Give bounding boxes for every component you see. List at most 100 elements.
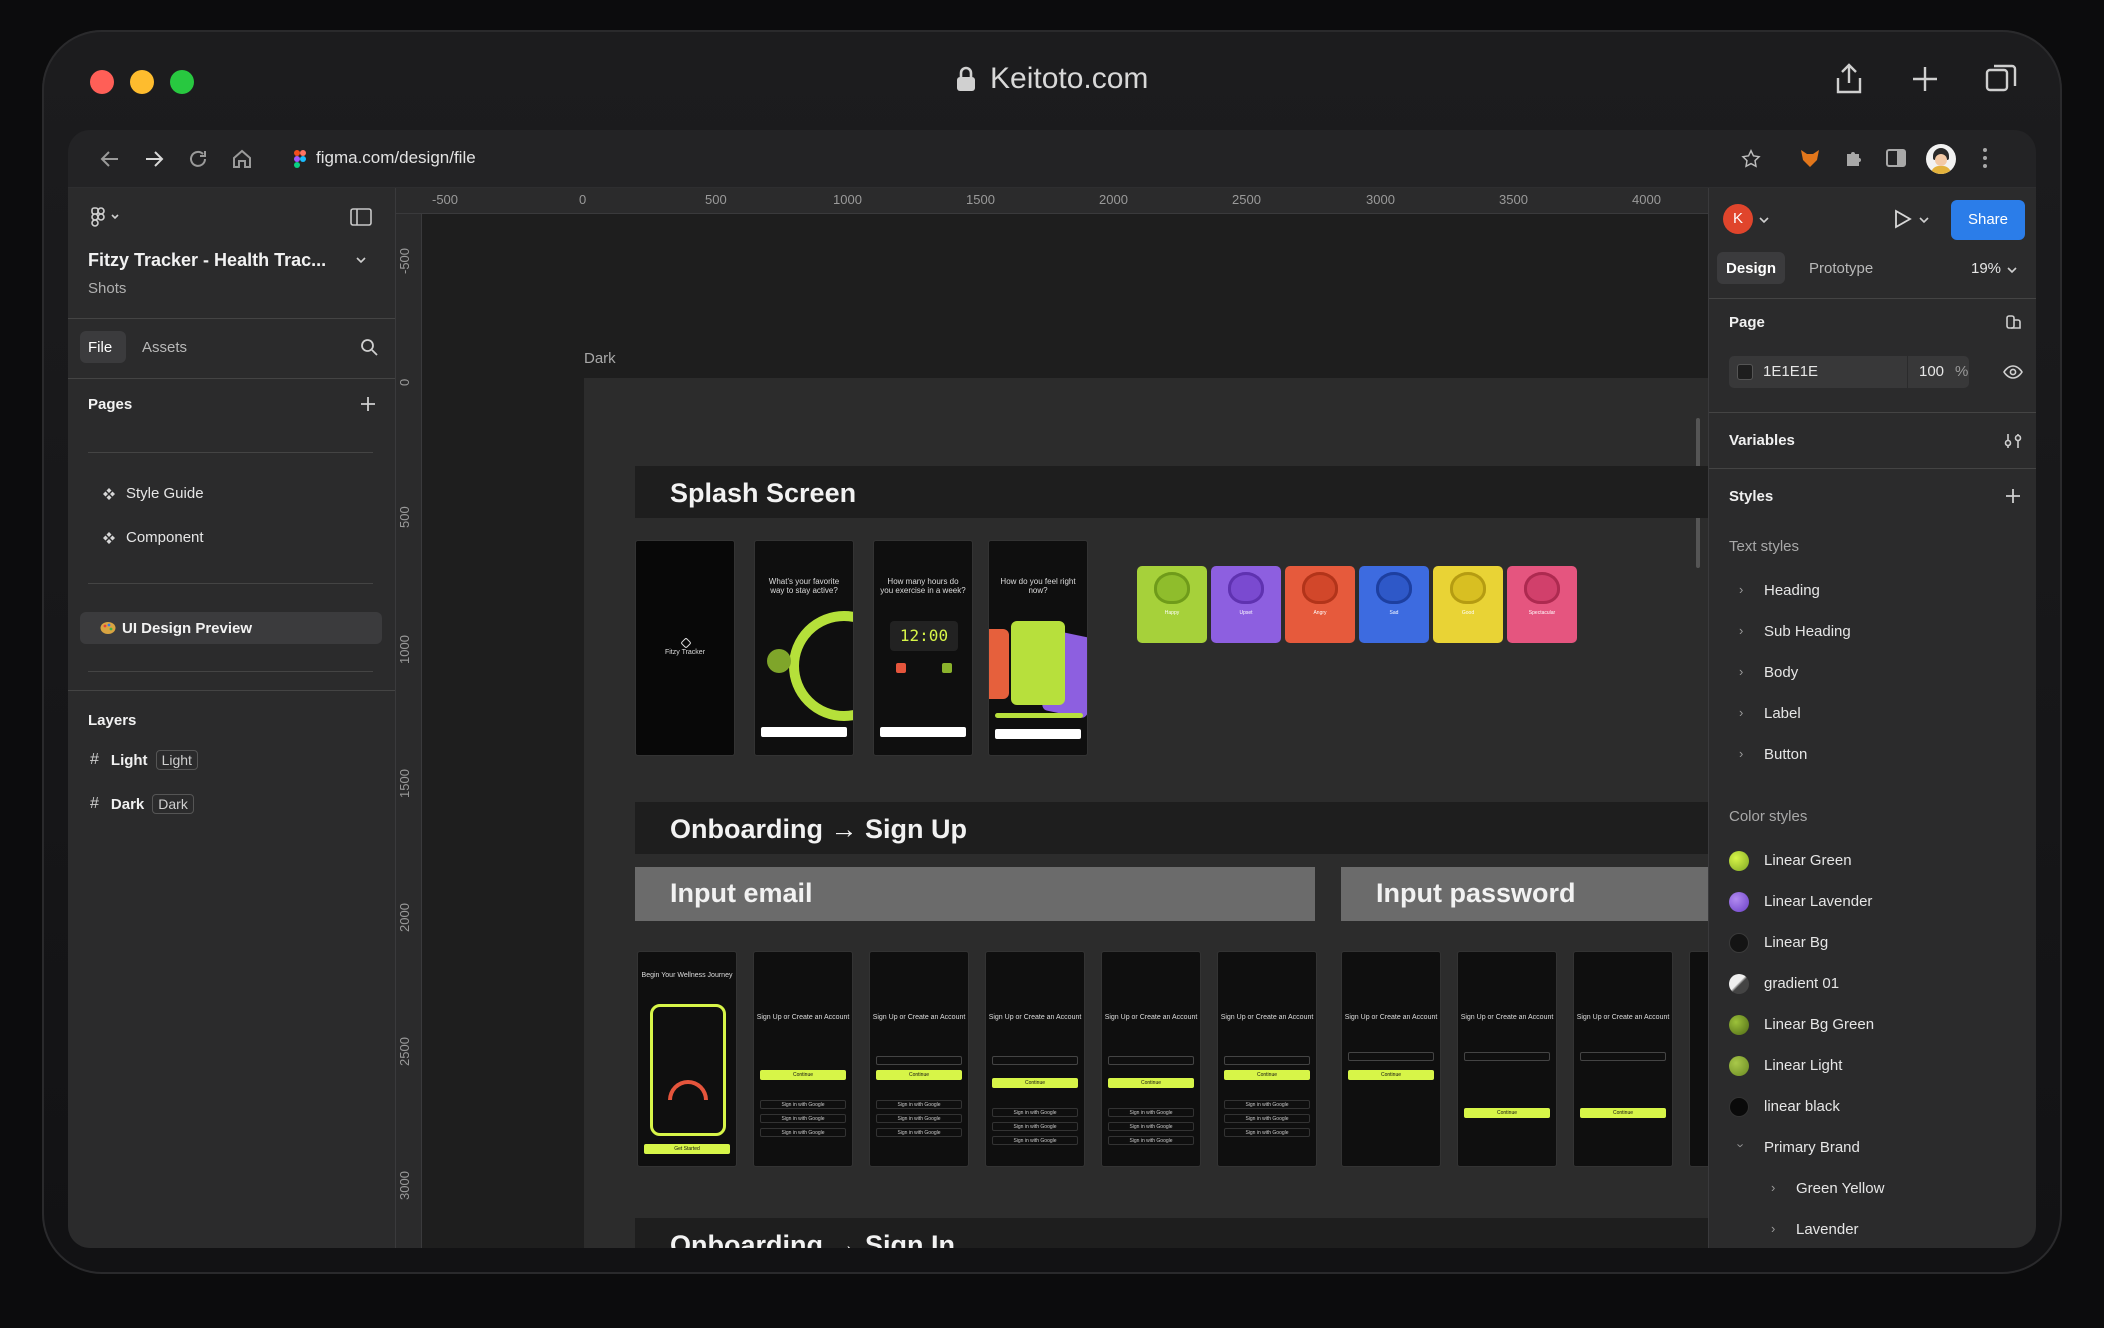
splash-phone-1[interactable]: Fitzy Tracker xyxy=(635,540,735,756)
password-phone[interactable]: Sign Up or Create an Account Continue xyxy=(1341,951,1441,1167)
splash-phone-4[interactable]: How do you feel right now? xyxy=(988,540,1088,756)
text-style-button[interactable]: Button xyxy=(1764,746,1807,763)
mood-card-good[interactable]: Good xyxy=(1433,566,1503,643)
signup-phone[interactable]: Sign Up or Create an Account Continue Si… xyxy=(1217,951,1317,1167)
reload-icon[interactable] xyxy=(186,147,210,171)
dark-frame[interactable]: Splash Screen Fitzy Tracker What's your … xyxy=(584,378,1708,1248)
zoom-chevron-icon[interactable] xyxy=(2007,266,2017,274)
color-group-lavender[interactable]: Lavender xyxy=(1796,1221,1859,1238)
page-color-field[interactable]: 1E1E1E 100 % xyxy=(1729,356,1969,388)
tab-prototype[interactable]: Prototype xyxy=(1809,260,1873,277)
splash-phone-2[interactable]: What's your favorite way to stay active? xyxy=(754,540,854,756)
splash-phone-3[interactable]: How many hours do you exercise in a week… xyxy=(873,540,973,756)
expand-chevron-icon[interactable]: › xyxy=(1771,1221,1775,1236)
signup-phone[interactable]: Sign Up or Create an Account Continue Si… xyxy=(753,951,853,1167)
share-button[interactable]: Share xyxy=(1951,200,2025,240)
back-icon[interactable] xyxy=(98,147,122,171)
page-color-hex[interactable]: 1E1E1E xyxy=(1763,363,1818,380)
color-style-linear-green[interactable]: Linear Green xyxy=(1764,852,1852,869)
signup-phone[interactable]: Sign Up or Create an Account Continue Si… xyxy=(985,951,1085,1167)
text-style-body[interactable]: Body xyxy=(1764,664,1798,681)
user-avatar[interactable]: K xyxy=(1723,204,1753,234)
section-splash-screen: Splash Screen xyxy=(635,466,1708,518)
add-page-icon[interactable] xyxy=(360,396,376,412)
panel-layout-icon[interactable] xyxy=(350,208,372,226)
extensions-puzzle-icon[interactable] xyxy=(1842,146,1866,170)
divider xyxy=(1709,298,2036,299)
plus-button xyxy=(942,663,952,673)
share-icon[interactable] xyxy=(1832,62,1866,96)
page-item-style-guide[interactable]: Style Guide xyxy=(102,485,204,502)
collapse-chevron-icon[interactable]: › xyxy=(1734,1143,1749,1147)
page-item-ui-design-preview[interactable]: UI Design Preview xyxy=(80,612,382,644)
password-phone[interactable]: Sign Up or Create an Account Continue xyxy=(1573,951,1673,1167)
password-phone[interactable]: Sign Up or Create an Account Continue xyxy=(1457,951,1557,1167)
page-opacity[interactable]: 100 xyxy=(1919,363,1944,380)
forward-icon[interactable] xyxy=(142,147,166,171)
avatar-chevron-icon[interactable] xyxy=(1759,216,1769,224)
present-chevron-icon[interactable] xyxy=(1919,216,1929,224)
visibility-eye-icon[interactable] xyxy=(2003,364,2023,380)
sidebar-toggle-icon[interactable] xyxy=(1884,146,1908,170)
browser-menu-icon[interactable] xyxy=(1980,146,1990,170)
ruler-tick: 2000 xyxy=(1099,192,1128,207)
present-play-icon[interactable] xyxy=(1891,208,1913,230)
color-style-linear-light[interactable]: Linear Light xyxy=(1764,1057,1842,1074)
url-text[interactable]: figma.com/design/file xyxy=(316,148,476,168)
search-icon[interactable] xyxy=(360,338,378,356)
linear-lavender-swatch xyxy=(1729,892,1749,912)
profile-avatar[interactable] xyxy=(1926,144,1956,174)
signup-phone[interactable]: Sign Up or Create an Account Continue Si… xyxy=(869,951,969,1167)
close-window-button[interactable] xyxy=(90,70,114,94)
text-style-sub-heading[interactable]: Sub Heading xyxy=(1764,623,1851,640)
text-style-label[interactable]: Label xyxy=(1764,705,1801,722)
color-style-linear-bg[interactable]: Linear Bg xyxy=(1764,934,1828,951)
tab-assets[interactable]: Assets xyxy=(142,339,187,356)
color-style-linear-bg-green[interactable]: Linear Bg Green xyxy=(1764,1016,1874,1033)
share-button-label: Share xyxy=(1967,211,2009,228)
divider xyxy=(88,583,373,584)
figma-menu-icon[interactable] xyxy=(90,206,126,228)
mood-card-upset[interactable]: Upset xyxy=(1211,566,1281,643)
zoom-level[interactable]: 19% xyxy=(1971,260,2001,277)
text-style-heading[interactable]: Heading xyxy=(1764,582,1820,599)
tab-design[interactable]: Design xyxy=(1717,252,1785,284)
tab-file[interactable]: File xyxy=(80,331,126,363)
color-group-primary-brand[interactable]: Primary Brand xyxy=(1764,1139,1860,1156)
color-style-linear-lavender[interactable]: Linear Lavender xyxy=(1764,893,1872,910)
color-style-gradient-01[interactable]: gradient 01 xyxy=(1764,975,1839,992)
tabs-overview-icon[interactable] xyxy=(1984,62,2018,96)
linear-green-swatch xyxy=(1729,851,1749,871)
file-name[interactable]: Fitzy Tracker - Health Trac... xyxy=(88,250,326,271)
color-group-green-yellow[interactable]: Green Yellow xyxy=(1796,1180,1884,1197)
expand-chevron-icon[interactable]: › xyxy=(1771,1180,1775,1195)
variables-settings-icon[interactable] xyxy=(2003,432,2023,450)
fox-extension-icon[interactable] xyxy=(1798,146,1822,170)
minimize-window-button[interactable] xyxy=(130,70,154,94)
signup-phone-intro[interactable]: Begin Your Wellness Journey Get Started xyxy=(637,951,737,1167)
layer-item-dark[interactable]: # Dark Dark xyxy=(90,794,194,814)
page-styles-icon[interactable] xyxy=(2005,314,2023,332)
expand-chevron-icon[interactable]: › xyxy=(1739,623,1743,638)
new-tab-icon[interactable] xyxy=(1908,62,1942,96)
add-style-icon[interactable] xyxy=(2005,488,2021,504)
bookmark-star-icon[interactable] xyxy=(1740,148,1762,170)
expand-chevron-icon[interactable]: › xyxy=(1739,582,1743,597)
mood-card-spectacular[interactable]: Spectacular xyxy=(1507,566,1577,643)
layer-item-light[interactable]: # Light Light xyxy=(90,750,198,770)
zoom-window-button[interactable] xyxy=(170,70,194,94)
expand-chevron-icon[interactable]: › xyxy=(1739,746,1743,761)
file-name-chevron-icon[interactable] xyxy=(356,256,366,264)
signup-phone[interactable]: Sign Up or Create an Account Continue Si… xyxy=(1101,951,1201,1167)
home-icon[interactable] xyxy=(230,147,254,171)
expand-chevron-icon[interactable]: › xyxy=(1739,705,1743,720)
mood-card-sad[interactable]: Sad xyxy=(1359,566,1429,643)
design-canvas[interactable]: -500 0 500 1000 1500 2000 2500 3000 3500… xyxy=(396,188,1708,1248)
mood-card-happy[interactable]: Happy xyxy=(1137,566,1207,643)
color-style-linear-black[interactable]: linear black xyxy=(1764,1098,1840,1115)
mood-card-angry[interactable]: Angry xyxy=(1285,566,1355,643)
expand-chevron-icon[interactable]: › xyxy=(1739,664,1743,679)
page-item-component[interactable]: Component xyxy=(102,529,204,546)
password-phone[interactable] xyxy=(1689,951,1708,1167)
frame-label-dark[interactable]: Dark xyxy=(584,350,616,367)
